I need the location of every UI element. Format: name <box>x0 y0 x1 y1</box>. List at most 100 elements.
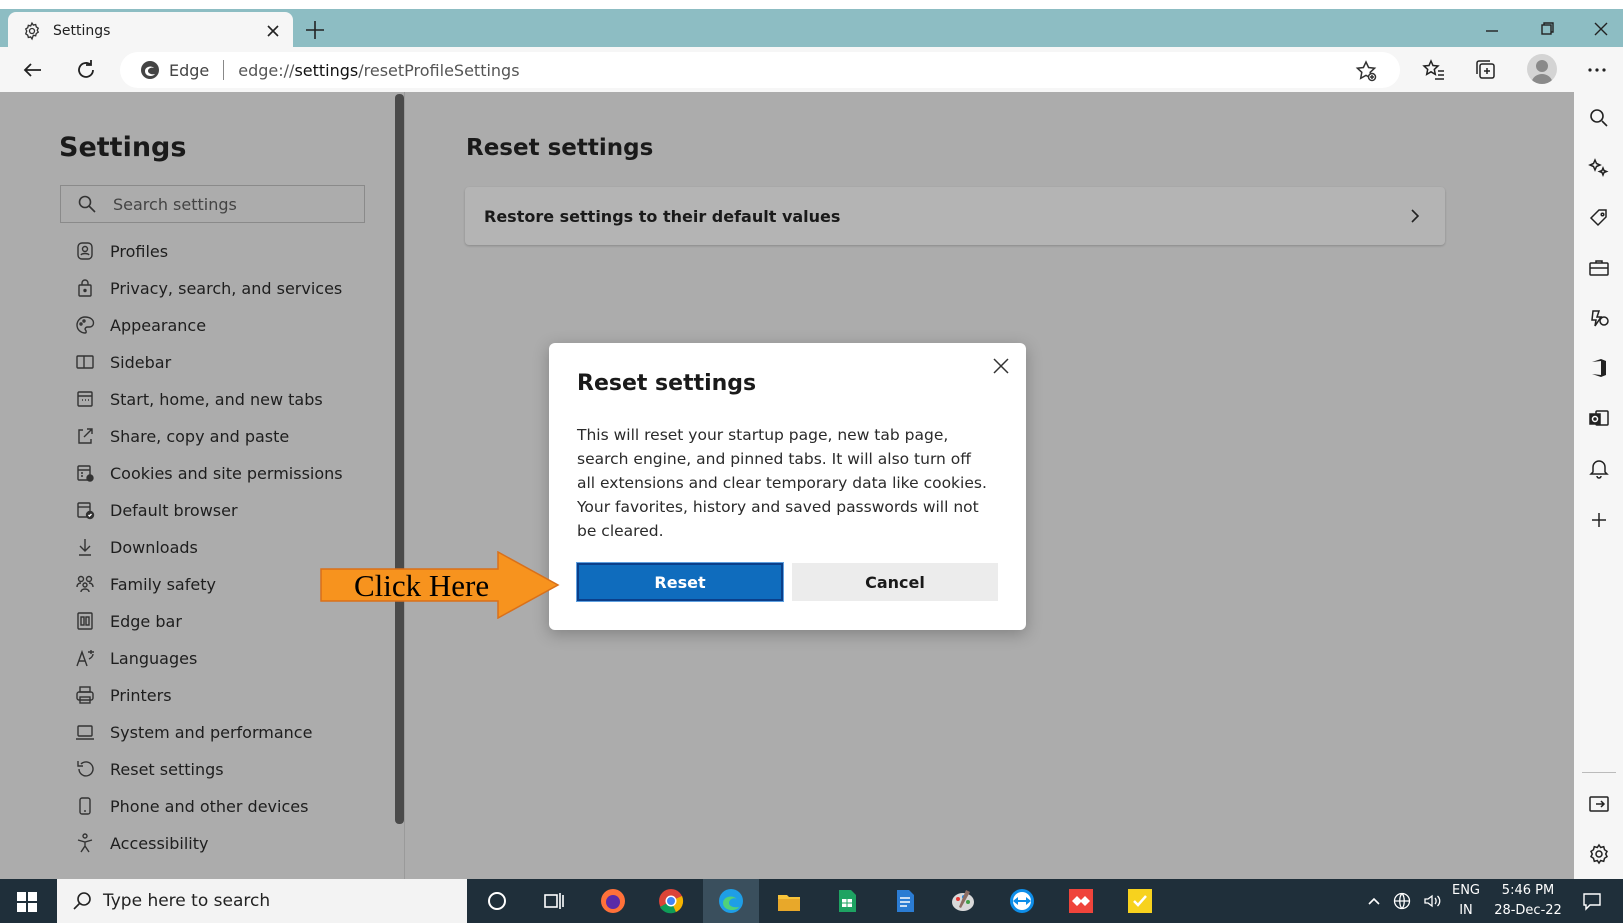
sidebar-item-cookies[interactable]: Cookies and site permissions <box>74 458 374 488</box>
document-icon[interactable] <box>890 886 920 916</box>
settings-heading: Settings <box>59 132 187 163</box>
share-icon <box>78 428 93 444</box>
chrome-icon[interactable] <box>656 886 686 916</box>
site-identity-label: Edge <box>169 60 210 80</box>
notifications-bell-icon[interactable] <box>1587 456 1611 480</box>
clock-date: 28-Dec-22 <box>1494 903 1562 918</box>
sidebar-item-label: Default browser <box>110 500 238 520</box>
close-tab-icon[interactable] <box>263 21 283 41</box>
sidebar-item-label: Appearance <box>110 315 207 335</box>
discover-icon[interactable] <box>1587 156 1611 180</box>
reset-button[interactable]: Reset <box>576 562 784 602</box>
cancel-button[interactable]: Cancel <box>792 563 998 601</box>
edge-taskbar-icon[interactable] <box>716 886 746 916</box>
sidebar-item-privacy[interactable]: Privacy, search, and services <box>74 273 374 303</box>
paint-icon[interactable] <box>948 886 978 916</box>
collections-icon[interactable] <box>1473 57 1499 83</box>
language-indicator[interactable]: ENG IN <box>1448 883 1484 918</box>
person-icon <box>1531 60 1553 84</box>
tools-briefcase-icon[interactable] <box>1587 256 1611 280</box>
games-icon[interactable] <box>1587 306 1611 330</box>
sidebar-item-accessibility[interactable]: Accessibility <box>74 828 374 858</box>
profile-avatar[interactable] <box>1527 54 1557 84</box>
reset-icon <box>77 761 94 777</box>
task-view-icon[interactable] <box>539 886 569 916</box>
sticky-notes-icon[interactable] <box>1125 886 1155 916</box>
tab-settings[interactable]: Settings <box>8 12 293 49</box>
chevron-up-icon[interactable] <box>1364 891 1384 911</box>
sidebar-item-label: Family safety <box>110 574 216 594</box>
back-icon[interactable] <box>20 57 46 83</box>
sidebar-item-appearance[interactable]: Appearance <box>74 310 374 340</box>
close-window-icon[interactable] <box>1589 19 1613 39</box>
more-options-icon[interactable] <box>1584 57 1610 83</box>
sidebar-divider <box>1582 772 1616 773</box>
restore-icon[interactable] <box>1535 19 1559 39</box>
settings-search-input[interactable]: Search settings <box>60 185 365 223</box>
sidebar-item-label: Share, copy and paste <box>110 426 290 446</box>
new-tab-icon[interactable] <box>302 17 328 43</box>
sidebar-item-phone[interactable]: Phone and other devices <box>74 791 374 821</box>
refresh-icon[interactable] <box>73 57 99 83</box>
add-favorite-icon[interactable] <box>1354 59 1378 83</box>
teamviewer-icon[interactable] <box>1007 886 1037 916</box>
clock-time: 5:46 PM <box>1501 883 1555 898</box>
languages-icon <box>76 649 94 667</box>
edge-bar-icon <box>77 612 93 630</box>
search-icon[interactable] <box>1587 106 1611 130</box>
reset-settings-dialog: Reset settings This will reset your star… <box>549 343 1026 630</box>
anydesk-icon[interactable] <box>1066 886 1096 916</box>
region-code: IN <box>1459 903 1473 918</box>
sidebar-item-printers[interactable]: Printers <box>74 680 374 710</box>
file-explorer-icon[interactable] <box>774 886 804 916</box>
sidebar-item-label: Accessibility <box>110 833 209 853</box>
network-globe-icon[interactable] <box>1392 891 1412 911</box>
sidebar-item-label: Phone and other devices <box>110 796 309 816</box>
clock[interactable]: 5:46 PM 28-Dec-22 <box>1489 883 1567 918</box>
sidebar-item-label: Cookies and site permissions <box>110 463 343 483</box>
sidebar-item-start-home[interactable]: Start, home, and new tabs <box>74 384 374 414</box>
page-title: Reset settings <box>466 135 654 161</box>
add-icon[interactable] <box>1587 508 1611 532</box>
sidebar-item-reset-settings[interactable]: Reset settings <box>74 754 374 784</box>
outlook-icon[interactable] <box>1587 406 1611 430</box>
default-browser-icon <box>77 502 95 520</box>
nav-scrollbar[interactable] <box>395 94 404 824</box>
tab-title: Settings <box>53 22 111 39</box>
search-placeholder: Search settings <box>113 194 237 214</box>
minimize-icon[interactable] <box>1480 19 1504 39</box>
sidebar-item-system[interactable]: System and performance <box>74 717 374 747</box>
sidebar-item-share[interactable]: Share, copy and paste <box>74 421 374 451</box>
sidebar-item-label: Sidebar <box>110 352 172 372</box>
firefox-icon[interactable] <box>598 886 628 916</box>
search-icon <box>73 892 91 910</box>
address-bar[interactable]: Edge edge://settings/resetProfileSetting… <box>120 52 1400 88</box>
search-icon <box>78 195 96 213</box>
windows-start-icon[interactable] <box>16 891 38 913</box>
sidebar-item-sidebar[interactable]: Sidebar <box>74 347 374 377</box>
sidebar-item-default-browser[interactable]: Default browser <box>74 495 374 525</box>
sidebar-item-label: Languages <box>110 648 198 668</box>
hide-sidebar-icon[interactable] <box>1587 792 1611 816</box>
taskbar-search-input[interactable]: Type here to search <box>57 879 467 923</box>
sidebar-item-profiles[interactable]: Profiles <box>74 236 374 266</box>
windows-taskbar: Type here to search ENG IN 5:46 PM 28-De… <box>0 879 1623 923</box>
chevron-right-icon <box>1411 209 1420 223</box>
favorites-icon[interactable] <box>1421 57 1447 83</box>
download-icon <box>79 539 91 556</box>
volume-icon[interactable] <box>1422 891 1442 911</box>
accessibility-icon <box>77 833 93 853</box>
spreadsheet-icon[interactable] <box>832 886 862 916</box>
close-icon[interactable] <box>990 355 1012 377</box>
restore-defaults-label: Restore settings to their default values <box>484 206 841 226</box>
restore-defaults-card[interactable]: Restore settings to their default values <box>465 187 1445 245</box>
cortana-icon[interactable] <box>482 886 512 916</box>
cookies-icon <box>77 465 94 482</box>
shopping-tag-icon[interactable] <box>1587 206 1611 230</box>
sidebar-item-languages[interactable]: Languages <box>74 643 374 673</box>
url-prefix: edge:// <box>238 60 295 80</box>
action-center-icon[interactable] <box>1581 890 1603 912</box>
sidebar-settings-gear-icon[interactable] <box>1587 842 1611 866</box>
office-icon[interactable] <box>1587 356 1611 380</box>
title-bar: Settings <box>0 9 1623 49</box>
